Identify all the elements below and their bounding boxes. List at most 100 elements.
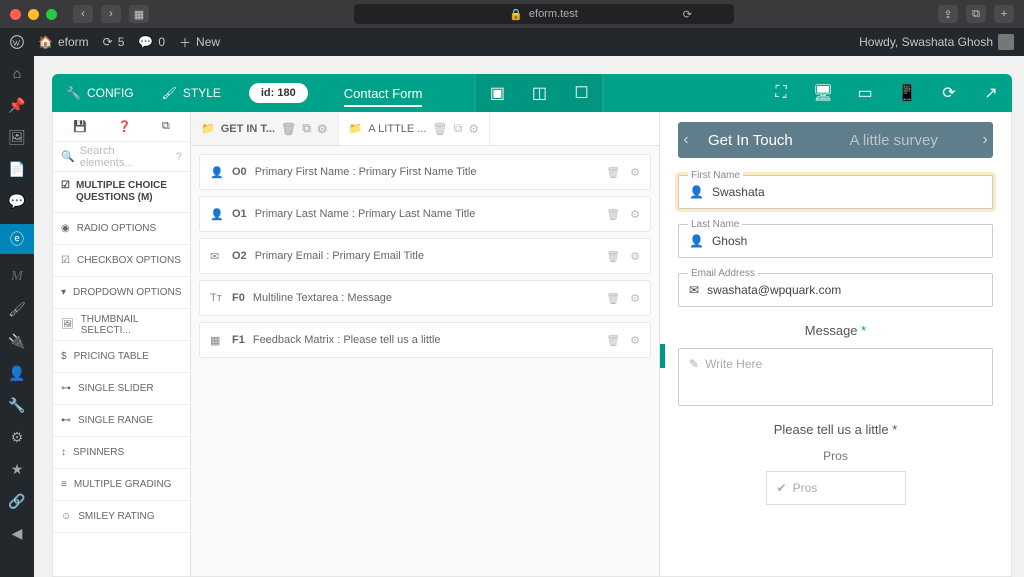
pages-icon[interactable]: 📄 [8, 160, 26, 178]
help-icon[interactable]: ❓ [118, 120, 132, 133]
gear-icon[interactable]: ⚙ [630, 208, 640, 221]
new-tab-icon[interactable]: + [994, 5, 1014, 23]
elem-grading[interactable]: ≡MULTIPLE GRADING [53, 469, 190, 501]
matrix-row-1[interactable]: ✔Pros [766, 471, 906, 505]
gear-icon[interactable]: ⚙ [630, 250, 640, 263]
resize-handle[interactable] [659, 344, 665, 368]
elem-radio[interactable]: ◉RADIO OPTIONS [53, 213, 190, 245]
elem-dropdown[interactable]: ▾DROPDOWN OPTIONS [53, 277, 190, 309]
sidebar-toggle-icon[interactable]: ▦ [129, 5, 149, 23]
field-row-2[interactable]: ✉O2Primary Email : Primary Email Title🗑⚙ [199, 238, 651, 274]
users-icon[interactable]: 👤 [8, 364, 26, 382]
page-tab-2-label: A LITTLE ... [368, 123, 426, 135]
tab-gear-icon[interactable]: ⚙ [468, 122, 479, 136]
howdy-user[interactable]: Howdy, Swashata Ghosh [859, 34, 1014, 50]
media-icon[interactable]: 🖼 [8, 128, 26, 146]
close-window-icon[interactable] [10, 9, 21, 20]
tablet-icon[interactable]: ▭ [844, 74, 886, 112]
category-header[interactable]: ☑ MULTIPLE CHOICE QUESTIONS (M) [53, 172, 190, 213]
new-content-link[interactable]: ＋ New [179, 34, 220, 51]
address-bar[interactable]: 🔒 eform.test ⟳ [354, 4, 734, 24]
appearance-icon[interactable]: 🖌 [8, 300, 26, 318]
matrix-col-1: Pros [678, 449, 993, 463]
gear-icon[interactable]: ⚙ [630, 166, 640, 179]
field-row-1[interactable]: 👤O1Primary Last Name : Primary Last Name… [199, 196, 651, 232]
layout-full-icon[interactable]: ▣ [476, 74, 518, 112]
matrix-row-text: Pros [793, 481, 818, 495]
gear-icon[interactable]: ⚙ [630, 292, 640, 305]
elem-range[interactable]: ⊷SINGLE RANGE [53, 405, 190, 437]
gear-icon[interactable]: ⚙ [630, 334, 640, 347]
popout-icon[interactable]: ↗ [970, 74, 1012, 112]
dashboard-icon[interactable]: ⌂ [8, 64, 26, 82]
tab-copy-icon[interactable]: ⧉ [302, 121, 311, 136]
style-tab[interactable]: 🖌 STYLE [148, 74, 235, 112]
forward-button[interactable]: › [101, 5, 121, 23]
form-name[interactable]: Contact Form [322, 86, 445, 101]
desktop-icon[interactable]: 🖥 [802, 74, 844, 112]
trash-icon[interactable]: 🗑 [606, 292, 620, 305]
elem-thumbnail[interactable]: 🖼THUMBNAIL SELECTI... [53, 309, 190, 341]
field-row-3[interactable]: TᴛF0Multiline Textarea : Message🗑⚙ [199, 280, 651, 316]
preview-tab-1[interactable]: Get In Touch [694, 132, 836, 149]
fullscreen-icon[interactable]: ⛶ [760, 74, 802, 112]
tab-delete-icon[interactable]: 🗑 [432, 122, 447, 136]
collapse-icon[interactable]: ◀ [8, 524, 26, 542]
elem-smiley[interactable]: ☺SMILEY RATING [53, 501, 190, 533]
preview-tab-2[interactable]: A little survey [836, 132, 978, 149]
trash-icon[interactable]: 🗑 [606, 208, 620, 221]
builder-canvas: 📁 GET IN T... 🗑 ⧉ ⚙ 📁 A LITTLE ... 🗑 ⧉ ⚙ [191, 112, 659, 576]
tab-delete-icon[interactable]: 🗑 [281, 122, 296, 136]
wp-logo-icon[interactable] [10, 35, 24, 49]
eform-icon[interactable]: ⓔ [0, 224, 34, 254]
save-icon[interactable]: 💾 [73, 120, 87, 133]
folder-icon: 📁 [349, 122, 363, 135]
chevron-right-icon[interactable]: › [977, 131, 993, 149]
share-icon[interactable]: ⇪ [938, 5, 958, 23]
comments-link[interactable]: 💬 0 [138, 35, 165, 49]
back-button[interactable]: ‹ [73, 5, 93, 23]
layout-empty-icon[interactable]: ☐ [560, 74, 602, 112]
dollar-icon: $ [61, 351, 67, 362]
tabs-icon[interactable]: ⧉ [966, 5, 986, 23]
page-tab-2[interactable]: 📁 A LITTLE ... 🗑 ⧉ ⚙ [339, 112, 490, 145]
minimize-window-icon[interactable] [28, 9, 39, 20]
search-icon: 🔍 [61, 150, 75, 163]
plugins-icon[interactable]: 🔌 [8, 332, 26, 350]
pin-icon[interactable]: 📌 [8, 96, 26, 114]
message-textarea[interactable]: ✎Write Here [678, 348, 993, 406]
trash-icon[interactable]: 🗑 [606, 166, 620, 179]
macos-titlebar: ‹ › ▦ 🔒 eform.test ⟳ ⇪ ⧉ + [0, 0, 1024, 28]
chevron-left-icon[interactable]: ‹ [678, 131, 694, 149]
form-id-pill[interactable]: id: 180 [235, 74, 322, 112]
panels-icon[interactable]: ⧉ [162, 120, 170, 133]
field-row-4[interactable]: ▦F1Feedback Matrix : Please tell us a li… [199, 322, 651, 358]
tools-icon[interactable]: 🔧 [8, 396, 26, 414]
elem-pricing[interactable]: $PRICING TABLE [53, 341, 190, 373]
refresh-icon[interactable]: ⟳ [683, 8, 692, 21]
reload-icon[interactable]: ⟳ [928, 74, 970, 112]
trash-icon[interactable]: 🗑 [606, 334, 620, 347]
elem-slider[interactable]: ⊶SINGLE SLIDER [53, 373, 190, 405]
tab-copy-icon[interactable]: ⧉ [454, 121, 463, 136]
elem-spinners[interactable]: ↕SPINNERS [53, 437, 190, 469]
updates-count: 5 [118, 35, 125, 49]
link-icon[interactable]: 🔗 [8, 492, 26, 510]
settings-icon[interactable]: ⚙ [8, 428, 26, 446]
search-elements-row[interactable]: 🔍 Search elements... ? [53, 142, 190, 172]
trash-icon[interactable]: 🗑 [606, 250, 620, 263]
elem-checkbox[interactable]: ☑CHECKBOX OPTIONS [53, 245, 190, 277]
m-icon[interactable]: M [8, 268, 26, 286]
star-icon[interactable]: ★ [8, 460, 26, 478]
page-tab-1[interactable]: 📁 GET IN T... 🗑 ⧉ ⚙ [191, 112, 339, 145]
maximize-window-icon[interactable] [46, 9, 57, 20]
site-home-link[interactable]: 🏠 eform [38, 35, 89, 49]
comments-icon[interactable]: 💬 [8, 192, 26, 210]
layout-split-icon[interactable]: ◫ [518, 74, 560, 112]
tab-gear-icon[interactable]: ⚙ [317, 122, 328, 136]
mobile-icon[interactable]: 📱 [886, 74, 928, 112]
config-tab[interactable]: 🔧 CONFIG [52, 74, 148, 112]
search-help-icon[interactable]: ? [176, 151, 182, 163]
updates-link[interactable]: ⟳ 5 [103, 35, 125, 49]
field-row-0[interactable]: 👤O0Primary First Name : Primary First Na… [199, 154, 651, 190]
